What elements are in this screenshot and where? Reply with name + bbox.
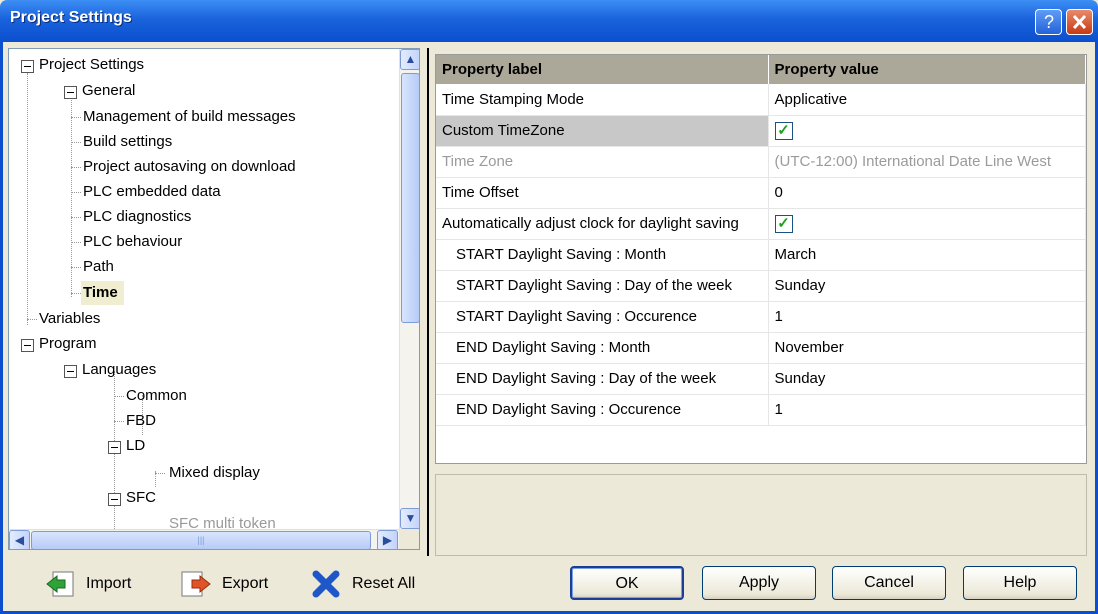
apply-button[interactable]: Apply: [702, 566, 816, 600]
collapse-icon[interactable]: [64, 365, 77, 378]
scroll-thumb[interactable]: |||: [31, 531, 371, 549]
collapse-icon[interactable]: [108, 441, 121, 454]
scroll-up-icon[interactable]: ▲: [400, 49, 419, 70]
property-value: (UTC-12:00) International Date Line West: [768, 146, 1086, 178]
tree-node-project-settings[interactable]: Project Settings: [39, 53, 144, 77]
tree-node-program[interactable]: Program: [39, 332, 97, 356]
property-label: Time Stamping Mode: [436, 84, 769, 116]
scroll-right-icon[interactable]: ▶: [377, 530, 398, 549]
tree-node-behaviour[interactable]: PLC behaviour: [83, 230, 182, 254]
property-value[interactable]: 1: [768, 394, 1086, 426]
tree-node-mixed-display[interactable]: Mixed display: [169, 461, 260, 485]
daylight-saving-checkbox[interactable]: ✓: [774, 214, 793, 233]
property-row[interactable]: Automatically adjust clock for daylight …: [436, 208, 1086, 240]
tree-vertical-scrollbar[interactable]: ▲ ▼: [399, 49, 419, 529]
help-button[interactable]: Help: [963, 566, 1077, 600]
title-bar: Project Settings ?: [0, 0, 1098, 42]
reset-x-icon: [312, 570, 340, 598]
tree-node-diagnostics[interactable]: PLC diagnostics: [83, 205, 191, 229]
question-icon: ?: [1044, 12, 1054, 32]
grid-header: Property label Property value: [436, 55, 1086, 84]
reset-all-button[interactable]: Reset All: [310, 566, 415, 602]
window-title: Project Settings: [10, 9, 132, 26]
property-value[interactable]: November: [768, 332, 1086, 364]
property-row[interactable]: END Daylight Saving : Day of the week Su…: [436, 363, 1086, 395]
settings-tree: Project Settings General Management of b…: [9, 49, 399, 529]
property-value[interactable]: 1: [768, 301, 1086, 333]
property-row[interactable]: START Daylight Saving : Month March: [436, 239, 1086, 271]
property-value[interactable]: Sunday: [768, 363, 1086, 395]
property-label: Automatically adjust clock for daylight …: [436, 208, 769, 240]
help-title-button[interactable]: ?: [1035, 9, 1062, 35]
property-label: START Daylight Saving : Month: [436, 239, 769, 271]
import-label: Import: [86, 575, 132, 592]
property-value[interactable]: Sunday: [768, 270, 1086, 302]
tree-node-build-messages[interactable]: Management of build messages: [83, 105, 296, 129]
property-label: START Daylight Saving : Occurence: [436, 301, 769, 333]
collapse-icon[interactable]: [108, 493, 121, 506]
collapse-icon[interactable]: [21, 339, 34, 352]
property-label: Custom TimeZone: [436, 115, 769, 147]
svg-text:?: ?: [1044, 12, 1054, 32]
tree-node-sfc[interactable]: SFC: [126, 486, 156, 510]
property-row[interactable]: Time Stamping Mode Applicative: [436, 84, 1086, 116]
column-header-value[interactable]: Property value: [768, 55, 1086, 84]
close-icon: [1072, 14, 1087, 30]
description-panel: [435, 474, 1087, 556]
tree-node-common[interactable]: Common: [126, 384, 187, 408]
ok-button[interactable]: OK: [570, 566, 684, 600]
export-icon: [181, 571, 211, 597]
export-button[interactable]: Export: [180, 566, 268, 602]
tree-node-general[interactable]: General: [82, 79, 135, 103]
property-value[interactable]: Applicative: [768, 84, 1086, 116]
property-label: Time Offset: [436, 177, 769, 209]
tree-horizontal-scrollbar[interactable]: ◀ ||| ▶: [9, 529, 399, 549]
custom-timezone-checkbox[interactable]: ✓: [774, 121, 793, 140]
import-icon: [46, 571, 74, 597]
property-row: Time Zone (UTC-12:00) International Date…: [436, 146, 1086, 178]
settings-tree-panel: Project Settings General Management of b…: [8, 48, 420, 550]
tree-node-fbd[interactable]: FBD: [126, 409, 156, 433]
export-label: Export: [222, 575, 269, 592]
property-row[interactable]: Time Offset 0: [436, 177, 1086, 209]
import-button[interactable]: Import: [44, 566, 131, 602]
tree-node-variables[interactable]: Variables: [39, 307, 100, 331]
tree-node-time[interactable]: Time: [81, 281, 124, 305]
reset-all-label: Reset All: [352, 575, 416, 592]
property-value[interactable]: 0: [768, 177, 1086, 209]
property-value[interactable]: March: [768, 239, 1086, 271]
tree-node-autosaving[interactable]: Project autosaving on download: [83, 155, 296, 179]
property-row[interactable]: Custom TimeZone ✓: [436, 115, 1086, 147]
panel-splitter[interactable]: [425, 48, 431, 556]
property-grid: Property label Property value Time Stamp…: [435, 54, 1087, 464]
property-label: START Daylight Saving : Day of the week: [436, 270, 769, 302]
collapse-icon[interactable]: [64, 86, 77, 99]
cancel-button[interactable]: Cancel: [832, 566, 946, 600]
collapse-icon[interactable]: [21, 60, 34, 73]
tree-node-ld[interactable]: LD: [126, 434, 145, 458]
tree-node-sfc-multi-token[interactable]: SFC multi token: [169, 512, 276, 529]
property-row[interactable]: END Daylight Saving : Month November: [436, 332, 1086, 364]
tree-node-languages[interactable]: Languages: [82, 358, 156, 382]
close-button[interactable]: [1066, 9, 1093, 35]
property-label: END Daylight Saving : Occurence: [436, 394, 769, 426]
scroll-left-icon[interactable]: ◀: [9, 530, 30, 549]
scroll-down-icon[interactable]: ▼: [400, 508, 419, 529]
property-row[interactable]: END Daylight Saving : Occurence 1: [436, 394, 1086, 426]
column-header-label[interactable]: Property label: [436, 55, 769, 84]
property-label: END Daylight Saving : Day of the week: [436, 363, 769, 395]
scroll-thumb[interactable]: [401, 73, 419, 323]
property-label: Time Zone: [436, 146, 769, 178]
property-row[interactable]: START Daylight Saving : Day of the week …: [436, 270, 1086, 302]
tree-node-build-settings[interactable]: Build settings: [83, 130, 172, 154]
tree-node-embedded-data[interactable]: PLC embedded data: [83, 180, 221, 204]
property-label: END Daylight Saving : Month: [436, 332, 769, 364]
tree-node-path[interactable]: Path: [83, 255, 114, 279]
property-row[interactable]: START Daylight Saving : Occurence 1: [436, 301, 1086, 333]
